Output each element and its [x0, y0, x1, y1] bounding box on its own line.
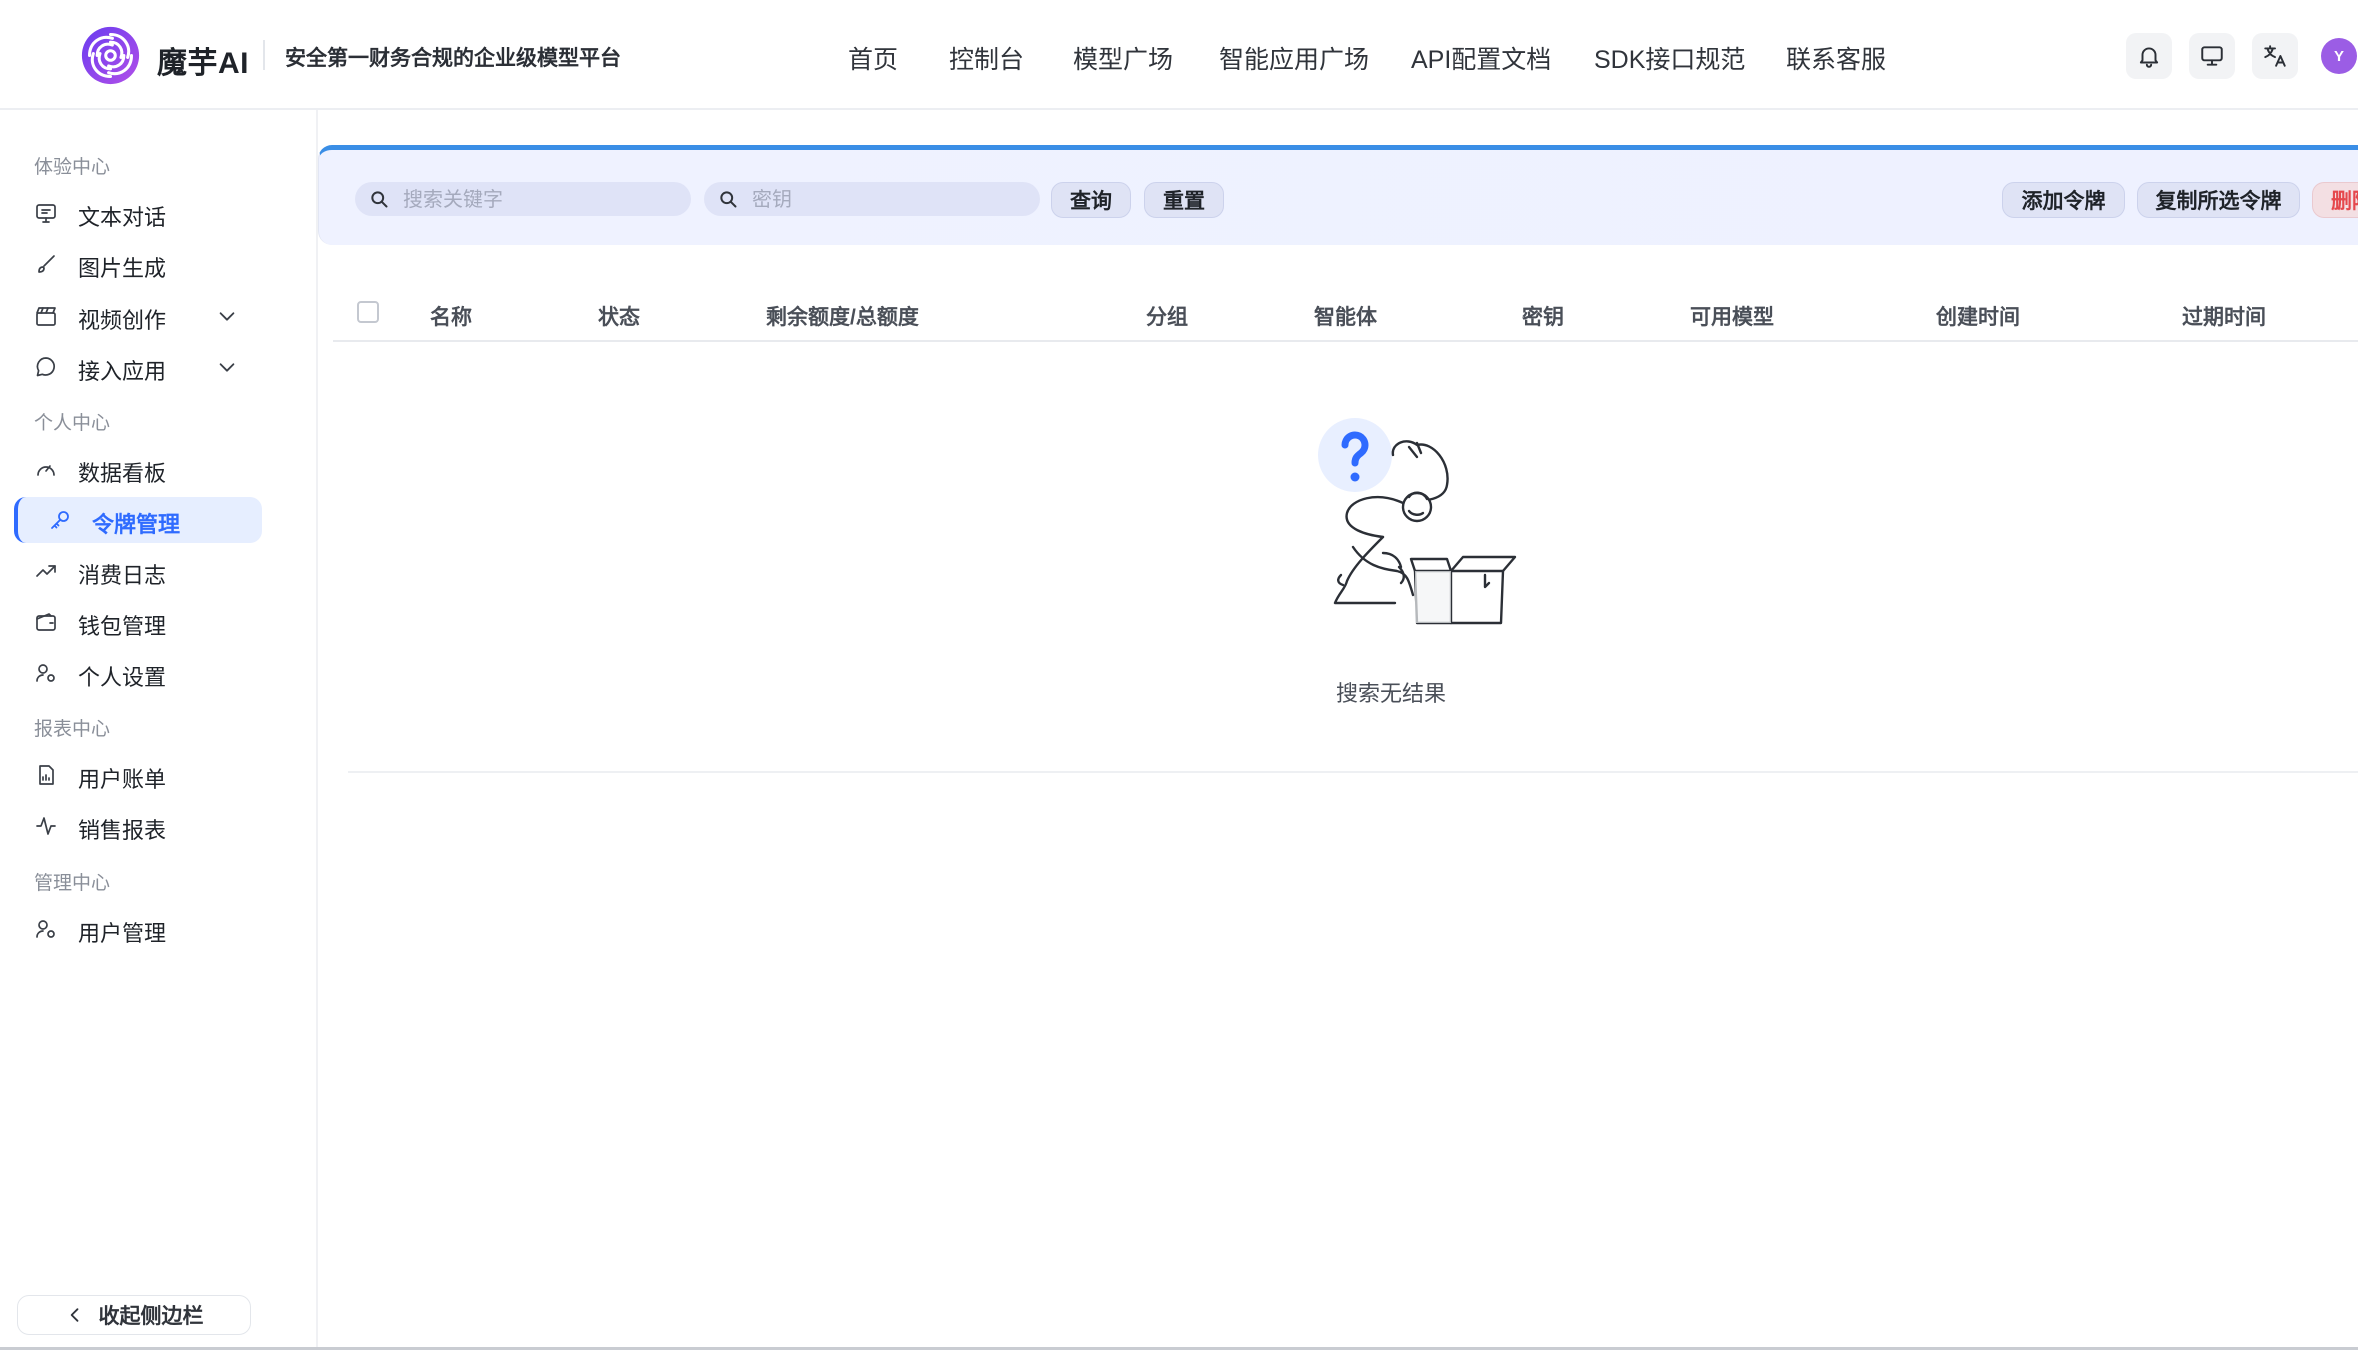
column-header-key[interactable]: 密钥 [1522, 301, 1564, 331]
sidebar-item-image-gen[interactable]: 图片生成 [14, 241, 258, 287]
translate-icon [2264, 45, 2286, 67]
display-button[interactable] [2189, 33, 2235, 79]
message-bubble-icon [36, 357, 55, 377]
sidebar-item-label: 图片生成 [78, 256, 167, 281]
sidebar-item-personal-settings[interactable]: 个人设置 [14, 650, 258, 696]
column-header-models[interactable]: 可用模型 [1690, 301, 1774, 331]
sidebar-item-token-manage[interactable]: 令牌管理 [14, 497, 262, 543]
sidebar-item-wallet[interactable]: 钱包管理 [14, 599, 258, 645]
section-title-reports: 报表中心 [34, 719, 111, 740]
chevron-down-icon[interactable] [216, 305, 238, 327]
clapperboard-icon [36, 307, 56, 326]
brand-slogan: 安全第一财务合规的企业级模型平台 [285, 47, 621, 70]
sidebar-item-label: 个人设置 [78, 665, 167, 690]
sidebar-item-label: 令牌管理 [92, 512, 181, 537]
monitor-icon [2201, 46, 2223, 66]
sidebar: 体验中心 文本对话 图片生成 视频创作 接入应用 个人中心 数据看板 令牌管理 … [0, 110, 318, 1350]
chevron-left-icon [70, 1308, 78, 1322]
wallet-icon [36, 613, 56, 631]
sidebar-item-label: 文本对话 [78, 205, 167, 230]
sidebar-item-label: 接入应用 [78, 359, 167, 384]
key-search-input[interactable] [750, 185, 1030, 215]
top-header: 魔芋AI 安全第一财务合规的企业级模型平台 首页 控制台 模型广场 智能应用广场… [0, 0, 2358, 110]
copy-selected-tokens-button[interactable]: 复制所选令牌 [2137, 182, 2300, 218]
keyword-search-box[interactable] [355, 182, 691, 216]
collapse-sidebar-button[interactable]: 收起侧边栏 [17, 1295, 251, 1335]
section-title-personal: 个人中心 [34, 413, 111, 434]
nav-home[interactable]: 首页 [848, 40, 898, 76]
logo-icon[interactable] [80, 25, 141, 86]
select-all-checkbox[interactable] [357, 301, 379, 323]
sidebar-item-integrations[interactable]: 接入应用 [14, 344, 258, 390]
column-header-status[interactable]: 状态 [598, 301, 640, 331]
keyword-search-input[interactable] [401, 185, 681, 215]
sidebar-item-label: 销售报表 [78, 818, 167, 843]
sidebar-item-label: 视频创作 [78, 308, 167, 333]
delete-selected-tokens-button[interactable]: 删除所选令牌 [2312, 182, 2358, 218]
sidebar-item-video[interactable]: 视频创作 [14, 293, 258, 339]
nav-support[interactable]: 联系客服 [1786, 40, 1886, 76]
user-avatar[interactable]: Y [2321, 38, 2357, 74]
gauge-icon [37, 465, 55, 476]
activity-icon [36, 817, 56, 835]
search-icon [720, 191, 737, 208]
sidebar-item-usage-log[interactable]: 消费日志 [14, 548, 258, 594]
token-table-header: 名称 状态 剩余额度/总额度 分组 智能体 密钥 可用模型 创建时间 过期时间 [333, 282, 2358, 342]
user-manage-icon [36, 920, 55, 938]
nav-app-square[interactable]: 智能应用广场 [1219, 40, 1369, 76]
key-search-box[interactable] [704, 182, 1040, 216]
sidebar-item-sales-report[interactable]: 销售报表 [14, 803, 258, 849]
key-icon [51, 511, 69, 529]
nav-model-square[interactable]: 模型广场 [1073, 40, 1173, 76]
empty-state-illustration [1318, 418, 1517, 625]
column-header-agent[interactable]: 智能体 [1314, 301, 1377, 331]
sidebar-item-label: 数据看板 [78, 461, 167, 486]
chat-screen-icon [36, 204, 56, 223]
sidebar-item-user-manage[interactable]: 用户管理 [14, 906, 258, 952]
column-header-name[interactable]: 名称 [430, 301, 472, 331]
sidebar-item-label: 消费日志 [78, 563, 167, 588]
empty-state-text: 搜索无结果 [1336, 681, 1447, 706]
column-header-expires-at[interactable]: 过期时间 [2182, 301, 2266, 331]
section-title-experience: 体验中心 [34, 157, 111, 178]
user-settings-icon [36, 664, 55, 682]
trend-up-icon [36, 565, 56, 577]
nav-sdk-spec[interactable]: SDK接口规范 [1594, 40, 1745, 76]
nav-api-docs[interactable]: API配置文档 [1411, 40, 1551, 76]
filter-toolbar: 查询 重置 添加令牌 复制所选令牌 删除所选令牌 [318, 145, 2358, 245]
section-title-admin: 管理中心 [34, 873, 111, 894]
column-header-group[interactable]: 分组 [1146, 301, 1188, 331]
language-button[interactable] [2252, 33, 2298, 79]
bill-icon [39, 765, 54, 785]
collapse-sidebar-label: 收起侧边栏 [98, 1305, 204, 1328]
search-icon [371, 191, 388, 208]
sidebar-item-text-chat[interactable]: 文本对话 [14, 190, 258, 236]
column-header-created-at[interactable]: 创建时间 [1936, 301, 2020, 331]
nav-console[interactable]: 控制台 [949, 40, 1024, 76]
add-token-button[interactable]: 添加令牌 [2002, 182, 2125, 218]
notification-button[interactable] [2126, 33, 2172, 79]
sidebar-item-label: 用户管理 [78, 921, 167, 946]
brand-name[interactable]: 魔芋AI [157, 38, 249, 82]
brand-divider [263, 40, 265, 70]
chevron-down-icon[interactable] [216, 356, 238, 378]
reset-button[interactable]: 重置 [1144, 182, 1224, 218]
column-header-quota[interactable]: 剩余额度/总额度 [766, 301, 919, 331]
query-button[interactable]: 查询 [1051, 182, 1131, 218]
sidebar-item-label: 钱包管理 [78, 614, 167, 639]
bell-icon [2139, 47, 2159, 68]
sidebar-item-user-bill[interactable]: 用户账单 [14, 752, 258, 798]
sidebar-item-dashboard[interactable]: 数据看板 [14, 446, 258, 492]
brush-icon [38, 255, 55, 273]
sidebar-item-label: 用户账单 [78, 767, 167, 792]
table-divider [348, 771, 2358, 773]
